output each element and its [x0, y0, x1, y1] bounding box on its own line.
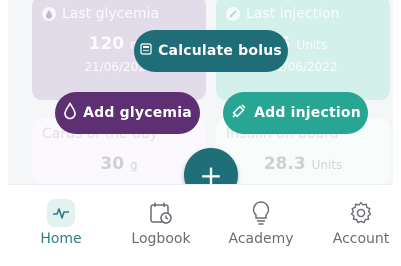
- syringe-icon: [230, 102, 248, 124]
- calculator-icon: [140, 43, 152, 59]
- pulse-icon: [47, 199, 75, 227]
- gear-icon: [347, 199, 375, 227]
- bottom-navigation: Home Logbook Academy Account: [8, 184, 401, 266]
- calculate-bolus-button[interactable]: Calculate bolus: [134, 30, 288, 72]
- screen-edge: [393, 0, 401, 266]
- nav-item-account[interactable]: Account: [321, 199, 401, 247]
- add-glycemia-button[interactable]: Add glycemia: [55, 92, 200, 134]
- nav-item-home[interactable]: Home: [21, 199, 101, 247]
- calculate-bolus-label: Calculate bolus: [158, 43, 282, 59]
- add-glycemia-label: Add glycemia: [83, 105, 192, 121]
- nav-academy-label: Academy: [228, 231, 294, 247]
- calendar-clock-icon: [147, 199, 175, 227]
- nav-item-academy[interactable]: Academy: [221, 199, 301, 247]
- nav-item-logbook[interactable]: Logbook: [121, 199, 201, 247]
- app-screen: Last glycemia 120 mg 21/06/2022 Last inj…: [8, 0, 401, 266]
- nav-logbook-label: Logbook: [131, 231, 191, 247]
- nav-home-label: Home: [40, 231, 82, 247]
- nav-account-label: Account: [332, 231, 390, 247]
- drop-outline-icon: [63, 101, 77, 124]
- add-injection-button[interactable]: Add injection: [223, 92, 368, 134]
- add-injection-label: Add injection: [254, 105, 361, 121]
- lightbulb-icon: [247, 199, 275, 227]
